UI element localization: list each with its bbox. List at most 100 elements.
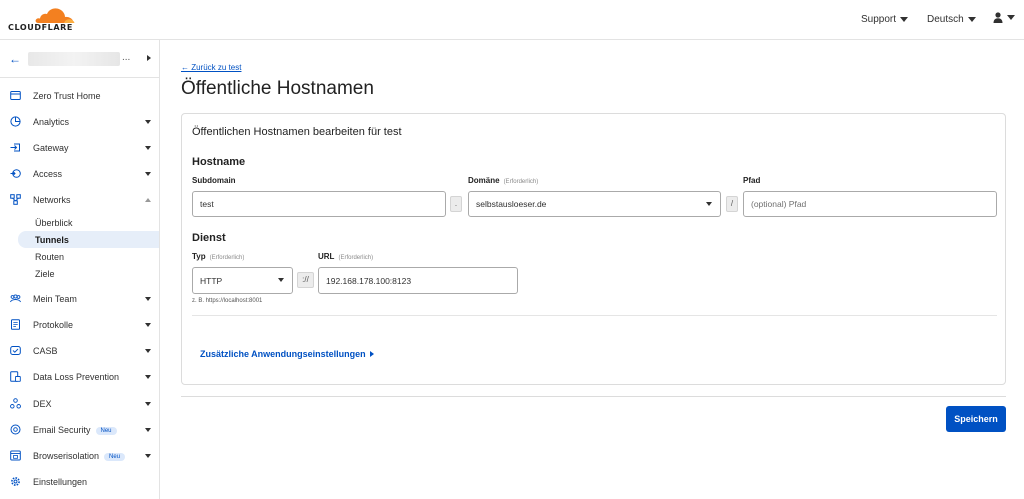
type-label: Typ (Erforderlich) <box>192 252 244 261</box>
type-label-text: Typ <box>192 252 206 261</box>
url-label-text: URL <box>318 252 335 261</box>
chevron-down-icon <box>145 120 151 124</box>
sidebar-subitem-label: Routen <box>35 252 65 262</box>
language-label: Deutsch <box>927 14 964 25</box>
dot-separator: . <box>450 196 462 212</box>
sidebar-item-label: Networks <box>33 195 71 205</box>
service-url-input[interactable]: 192.168.178.100:8123 <box>318 267 518 294</box>
service-url-value: 192.168.178.100:8123 <box>326 275 412 286</box>
sidebar-subitem-tunnels[interactable]: Tunnels <box>18 231 159 248</box>
email-security-icon <box>10 424 21 435</box>
caret-down-icon <box>900 17 909 22</box>
subdomain-label: Subdomain <box>192 176 236 185</box>
chevron-down-icon <box>145 375 151 379</box>
chevron-down-icon <box>145 402 151 406</box>
team-icon <box>10 294 21 303</box>
service-type-value: HTTP <box>200 275 223 286</box>
sidebar-item-analytics[interactable]: Analytics <box>0 112 159 132</box>
sidebar-item-label: Protokolle <box>33 320 74 330</box>
slash-separator: / <box>726 196 738 212</box>
sidebar-item-dex[interactable]: DEX <box>0 394 159 414</box>
sidebar-item-label: Access <box>33 169 63 179</box>
sidebar-item-networks[interactable]: Networks <box>0 190 159 210</box>
access-icon <box>10 169 21 178</box>
chevron-down-icon <box>145 428 151 432</box>
sidebar-item-data-loss-prevention[interactable]: Data Loss Prevention <box>0 367 159 387</box>
card-title: Öffentlichen Hostnamen bearbeiten für te… <box>192 126 402 138</box>
sidebar-item-einstellungen[interactable]: Einstellungen <box>0 472 159 492</box>
subdomain-value: test <box>200 199 214 209</box>
sidebar-subitem-routen[interactable]: Routen <box>0 248 159 265</box>
browser-isolation-icon <box>10 450 21 461</box>
service-type-select[interactable]: HTTP <box>192 267 293 294</box>
caret-down-icon <box>967 17 976 22</box>
analytics-icon <box>10 116 21 127</box>
dlp-icon <box>10 371 21 382</box>
domain-value: selbstausloeser.de <box>476 199 547 209</box>
footer-divider <box>181 396 1006 397</box>
path-input[interactable]: (optional) Pfad <box>743 191 997 217</box>
language-menu[interactable]: Deutsch <box>927 14 976 25</box>
caret-right-icon <box>147 55 151 61</box>
subdomain-input[interactable]: test <box>192 191 446 217</box>
back-arrow-icon[interactable]: ← <box>9 52 21 66</box>
logo-wordmark: CLOUDFLARE <box>8 23 73 32</box>
ellipsis: ... <box>122 52 131 63</box>
chevron-down-icon <box>278 278 284 282</box>
domain-label: Domäne (Erforderlich) <box>468 176 538 185</box>
sidebar-item-email-security[interactable]: Email Security Neu <box>0 420 159 440</box>
support-menu[interactable]: Support <box>861 14 909 25</box>
hostname-section-heading: Hostname <box>192 156 246 168</box>
additional-settings-label: Zusätzliche Anwendungseinstellungen <box>200 349 366 359</box>
sidebar-item-label: Browserisolation <box>33 451 100 461</box>
page-title: Öffentliche Hostnamen <box>181 78 374 99</box>
sidebar-subitem-ueberblick[interactable]: Überblick <box>0 214 159 231</box>
additional-app-settings-toggle[interactable]: Zusätzliche Anwendungseinstellungen <box>200 349 374 359</box>
casb-icon <box>10 346 21 355</box>
chevron-down-icon <box>145 297 151 301</box>
sidebar-item-gateway[interactable]: Gateway <box>0 138 159 158</box>
sidebar-item-zero-trust-home[interactable]: Zero Trust Home <box>0 86 159 106</box>
sidebar-item-access[interactable]: Access <box>0 164 159 184</box>
sidebar-item-label: Analytics <box>33 117 70 127</box>
sidebar-item-label: Gateway <box>33 143 69 153</box>
chevron-down-icon <box>145 172 151 176</box>
path-label: Pfad <box>743 176 761 185</box>
sidebar-item-browserisolation[interactable]: Browserisolation Neu <box>0 446 159 466</box>
domain-label-text: Domäne <box>468 176 500 185</box>
url-example-hint: z. B. https://localhost:8001 <box>192 298 263 304</box>
card-divider <box>192 315 997 316</box>
user-menu[interactable] <box>993 12 1015 23</box>
support-label: Support <box>861 14 897 25</box>
chevron-down-icon <box>706 202 712 206</box>
logs-icon <box>11 319 20 330</box>
new-badge: Neu <box>95 426 117 435</box>
account-switcher[interactable]: ← ... <box>0 40 160 78</box>
sidebar-item-label: DEX <box>33 399 52 409</box>
sidebar-subitem-label: Überblick <box>35 218 73 228</box>
user-icon <box>993 12 1003 23</box>
sidebar-item-mein-team[interactable]: Mein Team <box>0 289 159 309</box>
required-hint: (Erforderlich) <box>503 179 539 185</box>
sidebar-item-casb[interactable]: CASB <box>0 341 159 361</box>
path-placeholder: (optional) Pfad <box>751 199 807 209</box>
sidebar-subitem-label: Tunnels <box>35 235 69 245</box>
sidebar-item-label-with-badge: Email Security Neu <box>33 425 117 435</box>
sidebar: ← ... Zero Trust Home Analytics Gateway <box>0 40 160 499</box>
caret-right-icon <box>369 351 374 357</box>
top-bar: CLOUDFLARE Support Deutsch <box>0 0 1024 40</box>
sidebar-item-label: Zero Trust Home <box>33 91 101 101</box>
sidebar-item-protokolle[interactable]: Protokolle <box>0 315 159 335</box>
cloudflare-logo[interactable]: CLOUDFLARE <box>8 6 78 34</box>
gateway-icon <box>10 143 20 152</box>
sidebar-item-label: Mein Team <box>33 294 77 304</box>
chevron-down-icon <box>145 454 151 458</box>
domain-select[interactable]: selbstausloeser.de <box>468 191 721 217</box>
save-button[interactable]: Speichern <box>946 406 1006 432</box>
edit-hostname-card: Öffentlichen Hostnamen bearbeiten für te… <box>181 113 1006 385</box>
home-icon <box>10 91 21 100</box>
back-to-tunnel-link[interactable]: ← Zurück zu test <box>181 63 241 72</box>
required-hint: (Erforderlich) <box>209 255 245 261</box>
account-name-redacted <box>28 52 120 66</box>
sidebar-subitem-ziele[interactable]: Ziele <box>0 265 159 282</box>
